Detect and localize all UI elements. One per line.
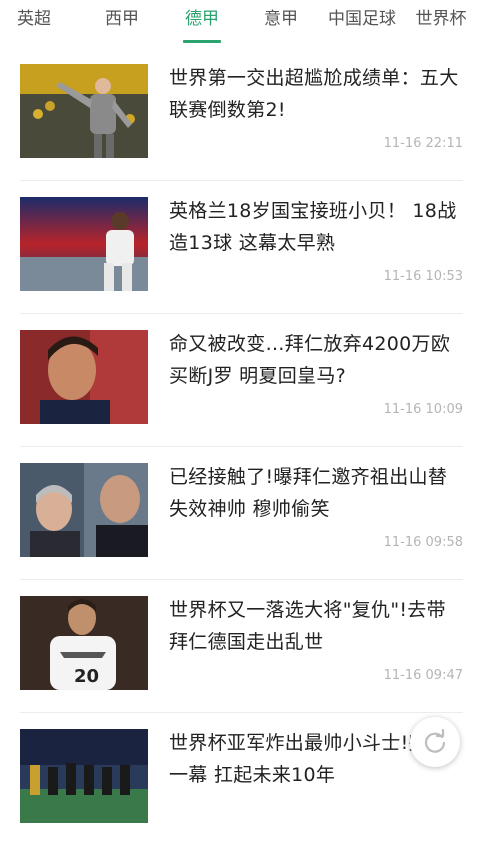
news-title: 英格兰18岁国宝接班小贝！ 18战造13球 这幕太早熟 [169, 200, 457, 254]
news-item[interactable]: 已经接触了!曝拜仁邀齐祖出山替失效神帅 穆帅偷笑 11-16 09:58 [20, 447, 463, 580]
tab-serie-a[interactable]: 意甲 [259, 0, 303, 48]
tab-world-cup[interactable]: 世界杯 [410, 0, 472, 48]
news-title: 世界第一交出超尴尬成绩单：五大联赛倒数第2! [169, 67, 459, 121]
team-photo [20, 729, 148, 823]
news-item[interactable]: 英格兰18岁国宝接班小贝！ 18战造13球 这幕太早熟 11-16 10:53 [20, 181, 463, 314]
news-title: 已经接触了!曝拜仁邀齐祖出山替失效神帅 穆帅偷笑 [169, 466, 448, 520]
active-tab-indicator [183, 40, 221, 43]
tab-chinese-football[interactable]: 中国足球 [322, 0, 402, 48]
league-tab-bar: 英超 西甲 德甲 意甲 中国足球 世界杯 [0, 0, 480, 48]
news-item[interactable]: 世界第一交出超尴尬成绩单：五大联赛倒数第2! 11-16 22:11 [20, 48, 463, 181]
news-time: 11-16 09:58 [383, 535, 463, 550]
news-item[interactable]: 世界杯亚军炸出最帅小斗士!完美一幕 扛起未来10年 [20, 713, 463, 846]
refresh-icon [424, 729, 446, 753]
news-time: 11-16 10:09 [383, 402, 463, 417]
svg-text:20: 20 [74, 666, 99, 687]
young-player-photo [20, 197, 148, 291]
news-item[interactable]: 命又被改变…拜仁放弃4200万欧买断J罗 明夏回皇马? 11-16 10:09 [20, 314, 463, 447]
zidane-photo [20, 463, 148, 557]
news-time: 11-16 22:11 [383, 136, 463, 151]
james-rodriguez-photo [20, 330, 148, 424]
news-time: 11-16 09:47 [383, 668, 463, 683]
news-title: 世界杯又一落选大将"复仇"!去带拜仁德国走出乱世 [169, 599, 446, 653]
tab-la-liga[interactable]: 西甲 [98, 0, 146, 48]
news-time: 11-16 10:53 [383, 269, 463, 284]
news-title: 命又被改变…拜仁放弃4200万欧买断J罗 明夏回皇马? [169, 333, 451, 387]
germany-player-photo: 20 [20, 596, 148, 690]
goalkeeper-photo [20, 64, 148, 158]
tab-premier-league[interactable]: 英超 [13, 0, 55, 48]
refresh-button[interactable] [410, 717, 460, 767]
news-item[interactable]: 20 世界杯又一落选大将"复仇"!去带拜仁德国走出乱世 11-16 09:47 [20, 580, 463, 713]
